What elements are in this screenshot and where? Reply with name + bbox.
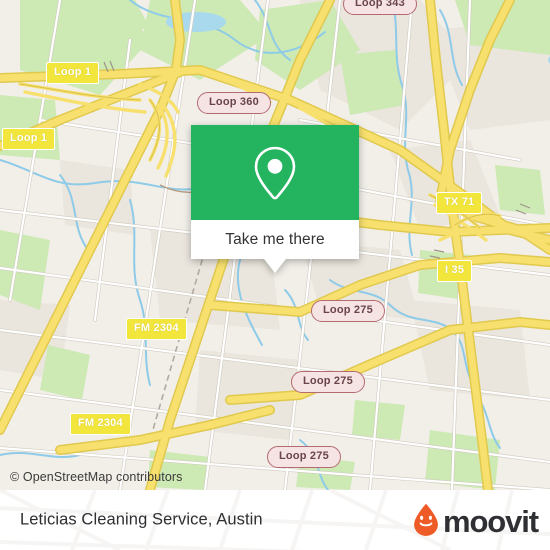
map-canvas[interactable]: Loop 1 Loop 1 Loop 360 Loop 343 TX 71 I 35 FM … — [0, 0, 550, 490]
loop-275-shield-a: Loop 275 — [311, 300, 385, 322]
place-title: Leticias Cleaning Service, Austin — [20, 510, 263, 529]
loop-275-shield-c: Loop 275 — [267, 446, 341, 468]
loop-1-shield-west: Loop 1 — [2, 128, 56, 150]
map-pin-icon — [254, 146, 296, 199]
i-35-shield: I 35 — [437, 260, 473, 282]
moovit-wordmark: moovit — [442, 503, 539, 539]
moovit-smiley-pin-icon — [414, 503, 438, 536]
loop-1-shield-north: Loop 1 — [46, 62, 100, 84]
fm-2304-shield-south: FM 2304 — [70, 413, 131, 435]
popup-pointer-tail — [264, 259, 286, 273]
take-me-there-button[interactable]: Take me there — [225, 231, 325, 249]
moovit-logo[interactable]: moovit — [411, 503, 539, 539]
popup-footer[interactable]: Take me there — [191, 220, 359, 273]
moovit-map-screenshot: Loop 1 Loop 1 Loop 360 Loop 343 TX 71 I 35 FM … — [0, 0, 550, 550]
destination-popup-card[interactable]: Take me there — [191, 125, 359, 273]
openstreetmap-attribution[interactable]: © OpenStreetMap contributors — [10, 470, 183, 484]
loop-275-shield-b: Loop 275 — [291, 371, 365, 393]
popup-header — [191, 125, 359, 220]
tx-71-shield: TX 71 — [436, 192, 483, 214]
loop-360-shield: Loop 360 — [197, 92, 271, 114]
loop-343-shield: Loop 343 — [343, 0, 417, 15]
fm-2304-shield-north: FM 2304 — [126, 318, 187, 340]
footer-bar: Leticias Cleaning Service, Austin moovit — [0, 490, 550, 550]
